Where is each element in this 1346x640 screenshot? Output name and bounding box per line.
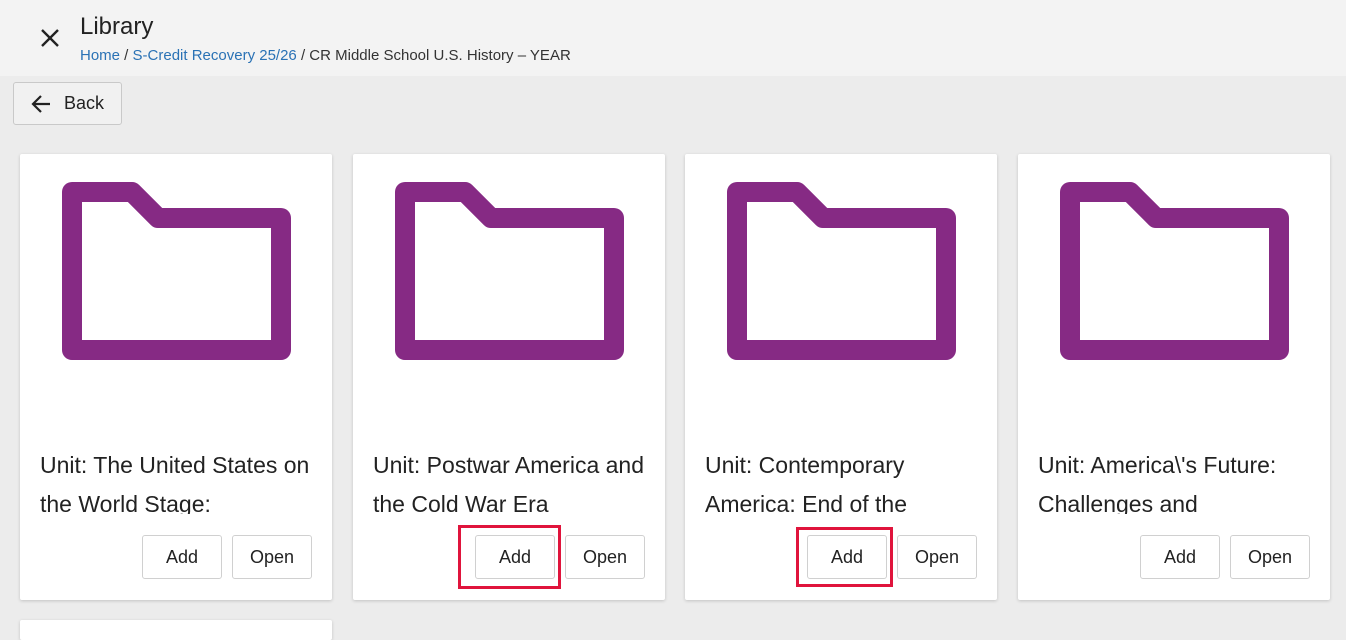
- close-button[interactable]: [36, 24, 64, 52]
- library-card-partial: [20, 620, 332, 640]
- library-card[interactable]: Unit: Postwar America and the Cold War E…: [353, 154, 665, 600]
- back-button[interactable]: Back: [13, 82, 122, 125]
- breadcrumb-separator: /: [296, 47, 310, 64]
- open-button[interactable]: Open: [1230, 535, 1310, 579]
- library-card[interactable]: Unit: Contemporary America: End of the A…: [685, 154, 997, 600]
- library-grid: Unit: The United States on the World Sta…: [0, 154, 1346, 640]
- add-button[interactable]: Add: [807, 535, 887, 579]
- page-title: Library: [80, 13, 154, 40]
- library-card[interactable]: Unit: The United States on the World Sta…: [20, 154, 332, 600]
- breadcrumb-home-link[interactable]: Home: [80, 47, 120, 64]
- card-title: Unit: Contemporary America: End of the: [705, 452, 907, 514]
- add-button[interactable]: Add: [475, 535, 555, 579]
- folder-icon: [62, 182, 291, 360]
- close-icon: [41, 29, 59, 47]
- card-title: Unit: America\'s Future: Challenges and: [1038, 452, 1277, 514]
- card-title: Unit: Postwar America and the Cold War E…: [373, 452, 645, 514]
- breadcrumb-current: CR Middle School U.S. History – YEAR: [309, 47, 571, 64]
- add-button[interactable]: Add: [142, 535, 222, 579]
- folder-icon: [727, 182, 956, 360]
- folder-icon: [395, 182, 624, 360]
- breadcrumb: Home / S-Credit Recovery 25/26 / CR Midd…: [80, 47, 571, 64]
- back-button-label: Back: [64, 93, 105, 113]
- page-header: Library Home / S-Credit Recovery 25/26 /…: [0, 0, 1346, 76]
- add-button[interactable]: Add: [1140, 535, 1220, 579]
- breadcrumb-separator: /: [120, 47, 133, 64]
- folder-icon: [1060, 182, 1289, 360]
- breadcrumb-course-link[interactable]: S-Credit Recovery 25/26: [133, 47, 297, 64]
- library-card[interactable]: Unit: America\'s Future: Challenges and …: [1018, 154, 1330, 600]
- open-button[interactable]: Open: [232, 535, 312, 579]
- card-title: Unit: The United States on the World Sta…: [40, 452, 310, 514]
- open-button[interactable]: Open: [565, 535, 645, 579]
- open-button[interactable]: Open: [897, 535, 977, 579]
- arrow-left-icon: [31, 94, 50, 113]
